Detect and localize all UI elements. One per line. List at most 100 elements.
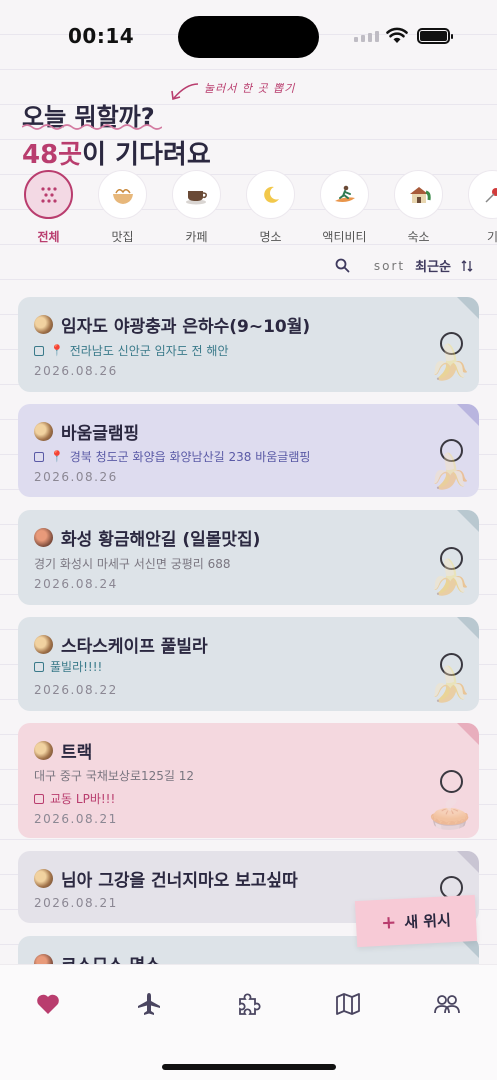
avatar [34,315,53,334]
house-icon [394,170,443,219]
surfer-icon [320,170,369,219]
map-pin-icon: 📍 [50,450,64,463]
card-fold [457,510,479,532]
map-pin-icon: 📍 [50,344,64,357]
card-fold [457,723,479,745]
new-wish-button[interactable]: + 새 위시 [354,894,478,948]
category-stay[interactable]: 숙소 [394,170,443,245]
banana-icon: 🍌 [428,452,471,492]
visited-checkbox[interactable] [440,770,463,793]
avatar [34,869,53,888]
search-icon[interactable] [335,258,350,273]
card-title: 화성 황금해안길 (일몰맛집) [34,525,260,550]
pie-icon: 🥧 [428,793,471,833]
card-memo: 풀빌라!!!! [34,658,102,675]
card-address: 경기 화성시 마세구 서신면 궁평리 688 [34,557,231,571]
card-location: 📍 경북 청도군 화양읍 화양남산길 238 바움글램핑 [34,448,310,465]
pin-icon [468,170,497,219]
category-food[interactable]: 맛집 [98,170,147,245]
wish-card[interactable]: 트랙 대구 중구 국채보상로125길 12 교동 LP바!!! 2026.08.… [18,723,479,838]
dots-icon [24,170,73,219]
nav-friends[interactable] [432,989,462,1019]
card-date: 2026.08.21 [34,896,118,910]
card-date: 2026.08.26 [34,364,118,378]
wish-card[interactable]: 임자도 야광충과 은하수(9~10월) 📍 전라남도 신안군 임자도 전 해안 2… [18,297,479,392]
heart-icon [37,994,59,1014]
wifi-icon [386,27,408,43]
nav-trips[interactable] [134,989,164,1019]
wish-card[interactable]: 화성 황금해안길 (일몰맛집) 경기 화성시 마세구 서신면 궁평리 688 2… [18,510,479,605]
card-title: 바움글램핑 [34,419,139,444]
sort-bar: sort 최근순 [335,256,473,275]
memo-icon [34,451,44,462]
avatar [34,741,53,760]
nav-puzzle[interactable] [233,989,263,1019]
category-label: 전체 [37,230,60,244]
avatar [34,422,53,441]
card-location: 📍 전라남도 신안군 임자도 전 해안 [34,342,228,359]
banana-icon: 🍌 [428,558,471,598]
memo-icon [34,661,44,672]
category-label: 카페 [185,230,208,244]
category-filter: 전체 맛집 카페 명소 액티비티 숙소 기 [24,170,497,245]
banana-icon: 🍌 [428,665,471,705]
memo-icon [34,793,44,804]
home-indicator [162,1064,336,1070]
category-cafe[interactable]: 카페 [172,170,221,245]
avatar [34,528,53,547]
card-title: 스타스케이프 풀빌라 [34,632,208,657]
pick-hint[interactable]: 눌러서 한 곳 뽑기 [204,80,295,96]
title-squiggle [22,124,162,130]
map-icon [336,993,360,1015]
wish-card[interactable]: 스타스케이프 풀빌라 풀빌라!!!! 2026.08.22 🍌 [18,617,479,711]
card-fold [457,617,479,639]
card-address: 대구 중구 국채보상로125길 12 [34,769,195,783]
bottom-nav [0,964,497,1080]
memo-icon [34,345,44,356]
banana-icon: 🍌 [428,343,471,383]
dynamic-island [178,16,319,58]
place-count: 48곳 [22,140,83,170]
category-etc[interactable]: 기 [468,170,497,245]
new-wish-label: 새 위시 [403,910,452,932]
hint-arrow-icon [171,83,199,101]
subtitle-text: 이 기다려요 [82,140,211,170]
crescent-moon-icon [246,170,295,219]
sort-arrows-icon[interactable] [461,259,473,273]
card-date: 2026.08.24 [34,577,118,591]
avatar [34,635,53,654]
signal-icon [354,31,379,42]
page-subtitle: 48곳이 기다려요 [22,134,211,171]
coffee-cup-icon [172,170,221,219]
wish-card[interactable]: 바움글램핑 📍 경북 청도군 화양읍 화양남산길 238 바움글램핑 2026.0… [18,404,479,497]
category-label: 기 [486,230,497,244]
card-fold [457,297,479,319]
noodle-bowl-icon [98,170,147,219]
nav-map[interactable] [333,989,363,1019]
category-label: 맛집 [111,230,134,244]
category-label: 액티비티 [322,230,367,244]
airplane-icon [138,993,160,1015]
plus-icon: + [380,911,397,934]
category-label: 명소 [259,230,282,244]
card-date: 2026.08.22 [34,683,118,697]
nav-wishlist[interactable] [33,989,63,1019]
card-date: 2026.08.26 [34,470,118,484]
battery-icon [417,28,453,44]
category-activity[interactable]: 액티비티 [320,170,369,245]
card-fold [457,404,479,426]
status-time: 00:14 [68,24,135,48]
card-title: 트랙 [34,738,92,763]
puzzle-icon [239,993,261,1015]
card-fold [457,851,479,873]
category-sights[interactable]: 명소 [246,170,295,245]
card-title: 님아 그강을 건너지마오 보고싶따 [34,866,298,891]
card-date: 2026.08.21 [34,812,118,826]
category-label: 숙소 [407,230,430,244]
sort-order-button[interactable]: 최근순 [415,256,451,275]
card-title: 임자도 야광충과 은하수(9~10월) [34,312,310,337]
category-all[interactable]: 전체 [24,170,73,245]
status-bar: 00:14 [0,0,497,72]
card-memo: 교동 LP바!!! [34,790,115,807]
people-icon [434,995,460,1014]
